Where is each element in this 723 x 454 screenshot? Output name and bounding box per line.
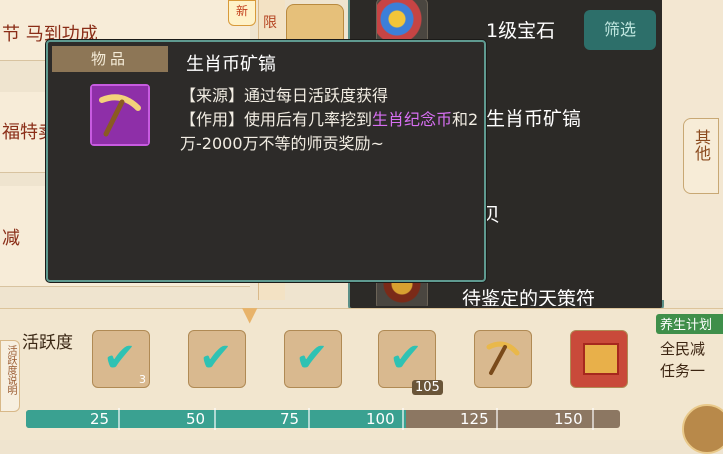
limit-label: 限 (263, 15, 277, 31)
item-category-tag: 物品 (52, 46, 168, 72)
health-plan-tag-label: 养生计划 (660, 318, 713, 333)
reward-count: 3 (139, 373, 146, 386)
tab-label: 其他 (692, 129, 711, 161)
health-plan-line: 全民减 (660, 340, 706, 358)
item-use-line: 【作用】使用后有几率挖到生肖纪念币和2万-2000万不等的师贡奖励~ (180, 108, 480, 156)
use-prefix: 【作用】使用后有几率挖到 (180, 110, 373, 129)
checkmark-icon: ✔ (389, 335, 423, 381)
milestone-divider (496, 408, 498, 430)
filter-label: 筛选 (603, 20, 636, 39)
checkmark-icon: ✔ (103, 335, 137, 381)
highlight-reward: 生肖纪念币 (372, 110, 453, 129)
activity-info-tab[interactable]: 活跃度说明 (0, 340, 20, 412)
milestone-label: 25 (90, 410, 110, 428)
milestone-label: 150 (554, 410, 583, 428)
chevron-down-icon[interactable]: ▼ (242, 302, 257, 326)
milestone-divider (402, 408, 404, 430)
item-description: 【来源】通过每日活跃度获得 【作用】使用后有几率挖到生肖纪念币和2万-2000万… (180, 84, 480, 156)
reward-slot-75[interactable]: ✔ (284, 330, 342, 388)
milestone-label: 75 (280, 410, 300, 428)
item-name: 1级宝石 (486, 20, 556, 42)
item-category-label: 物品 (90, 50, 129, 68)
milestone-label: 125 (460, 410, 489, 428)
health-plan-line: 任务一 (660, 362, 706, 380)
new-badge: 新 (228, 0, 256, 26)
health-plan-tag[interactable]: 养生计划 (656, 314, 723, 334)
milestone-divider (118, 408, 120, 430)
round-menu-button[interactable] (682, 404, 723, 454)
pickaxe-icon (90, 84, 150, 146)
health-plan-text: 全民减 任务一 (660, 338, 705, 382)
activity-label: 活跃度 (22, 333, 73, 353)
reward-count: 105 (412, 380, 443, 395)
milestone-label: 50 (186, 410, 206, 428)
milestone-divider (592, 408, 594, 430)
milestone-divider (308, 408, 310, 430)
gift-box-icon (583, 343, 619, 375)
reward-slot-125[interactable] (474, 330, 532, 388)
checkmark-icon: ✔ (199, 335, 233, 381)
item-title: 生肖币矿镐 (186, 54, 276, 75)
filter-button[interactable]: 筛选 (584, 10, 656, 50)
reward-slot-25[interactable]: ✔ 3 (92, 330, 150, 388)
milestone-label: 100 (366, 410, 395, 428)
pickaxe-icon (486, 341, 520, 375)
item-tooltip: 物品 生肖币矿镐 【来源】通过每日活跃度获得 【作用】使用后有几率挖到生肖纪念币… (46, 40, 486, 282)
tab-other[interactable]: 其他 (683, 118, 719, 194)
milestone-divider (214, 408, 216, 430)
pickaxe-graphic (92, 86, 148, 144)
reward-slot-150[interactable] (570, 330, 628, 388)
event-title: 减 (2, 228, 20, 249)
activity-progress-fill (26, 410, 406, 428)
item-name: 待鉴定的天策符 (462, 288, 596, 306)
item-name: 生肖币矿镐 (486, 108, 582, 130)
reward-slot-50[interactable]: ✔ (188, 330, 246, 388)
checkmark-icon: ✔ (295, 335, 329, 381)
activity-info-label: 活跃度说明 (5, 345, 16, 395)
item-source-line: 【来源】通过每日活跃度获得 (180, 86, 389, 105)
